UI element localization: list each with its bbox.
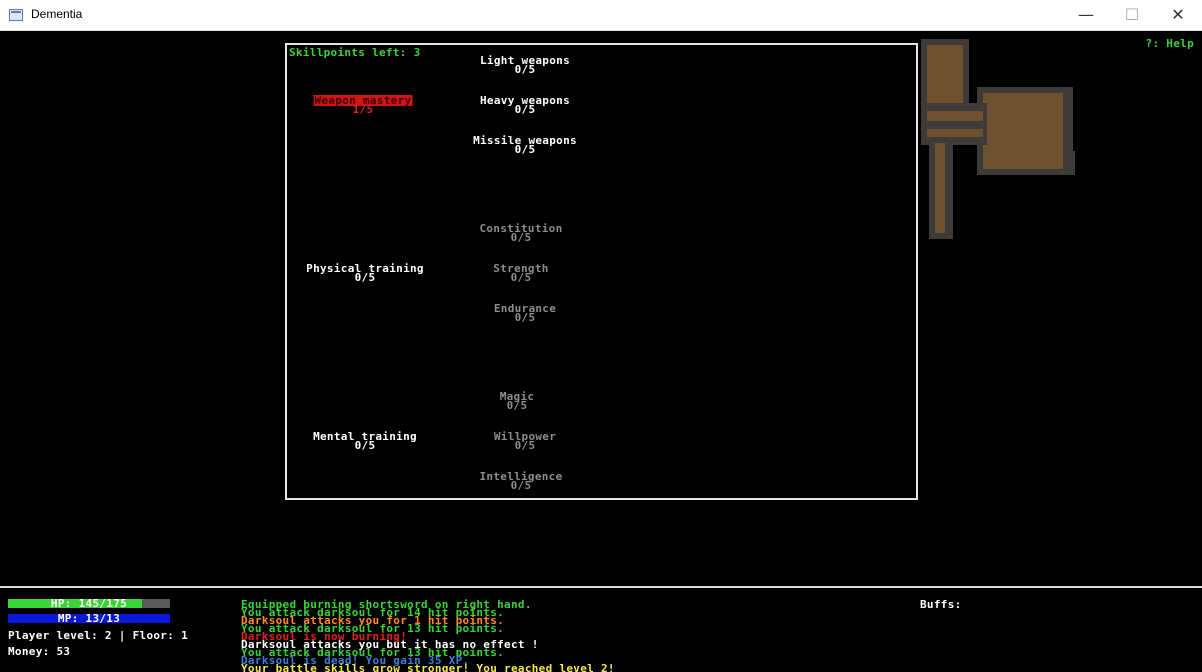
map-wall (921, 103, 987, 145)
hp-text: HP: 145/175 (50, 597, 128, 610)
buffs-label: Buffs: (920, 598, 962, 611)
skill-endurance[interactable]: Endurance 0/5 (494, 303, 556, 323)
minimize-button[interactable]: — (1063, 0, 1109, 31)
skill-constitution[interactable]: Constitution 0/5 (479, 223, 562, 243)
map-floor (935, 143, 945, 233)
map-floor (927, 45, 963, 103)
level-floor: Player level: 2 | Floor: 1 (8, 629, 188, 642)
message-log: Equipped burning shortsword on right han… (241, 599, 615, 672)
skill-missile-weapons[interactable]: Missile weapons 0/5 (473, 135, 577, 155)
skill-mental-training[interactable]: Mental training 0/5 (313, 431, 417, 451)
window-title: Dementia (31, 7, 83, 21)
skill-light-weapons[interactable]: Light weapons 0/5 (480, 55, 570, 75)
skill-heavy-weapons[interactable]: Heavy weapons 0/5 (480, 95, 570, 115)
skill-intelligence[interactable]: Intelligence 0/5 (479, 471, 562, 491)
mp-text: MP: 13/13 (57, 612, 121, 625)
status-hud: HP: 145/175 MP: 13/13 Player level: 2 | … (0, 586, 1202, 672)
skill-willpower[interactable]: Willpower 0/5 (494, 431, 556, 451)
mp-bar: MP: 13/13 (8, 612, 170, 625)
game-viewport[interactable]: ?: Help Skillpoints left: 3 Light weapon… (0, 31, 1202, 672)
help-hint[interactable]: ?: Help (1146, 38, 1194, 49)
money: Money: 53 (8, 645, 71, 658)
close-button[interactable]: ✕ (1155, 0, 1201, 31)
map-floor (927, 129, 983, 137)
dungeon-map (921, 39, 1076, 239)
skill-strength[interactable]: Strength 0/5 (493, 263, 548, 283)
map-wall (1063, 151, 1075, 175)
app-icon (9, 9, 23, 21)
skillpoints-left: Skillpoints left: 3 (289, 46, 421, 59)
maximize-button[interactable]: ☐ (1109, 0, 1155, 31)
map-floor (927, 111, 983, 121)
window-titlebar: Dementia — ☐ ✕ (0, 0, 1202, 31)
log-line: Your battle skills grow stronger! You re… (241, 662, 615, 672)
map-floor (983, 93, 1063, 169)
skill-magic[interactable]: Magic 0/5 (500, 391, 535, 411)
skill-physical-training[interactable]: Physical training 0/5 (306, 263, 424, 283)
hp-bar: HP: 145/175 (8, 597, 170, 610)
skill-panel: Skillpoints left: 3 Light weapons 0/5 We… (285, 43, 918, 500)
skill-weapon-mastery[interactable]: Weapon mastery 1/5 (313, 95, 413, 115)
